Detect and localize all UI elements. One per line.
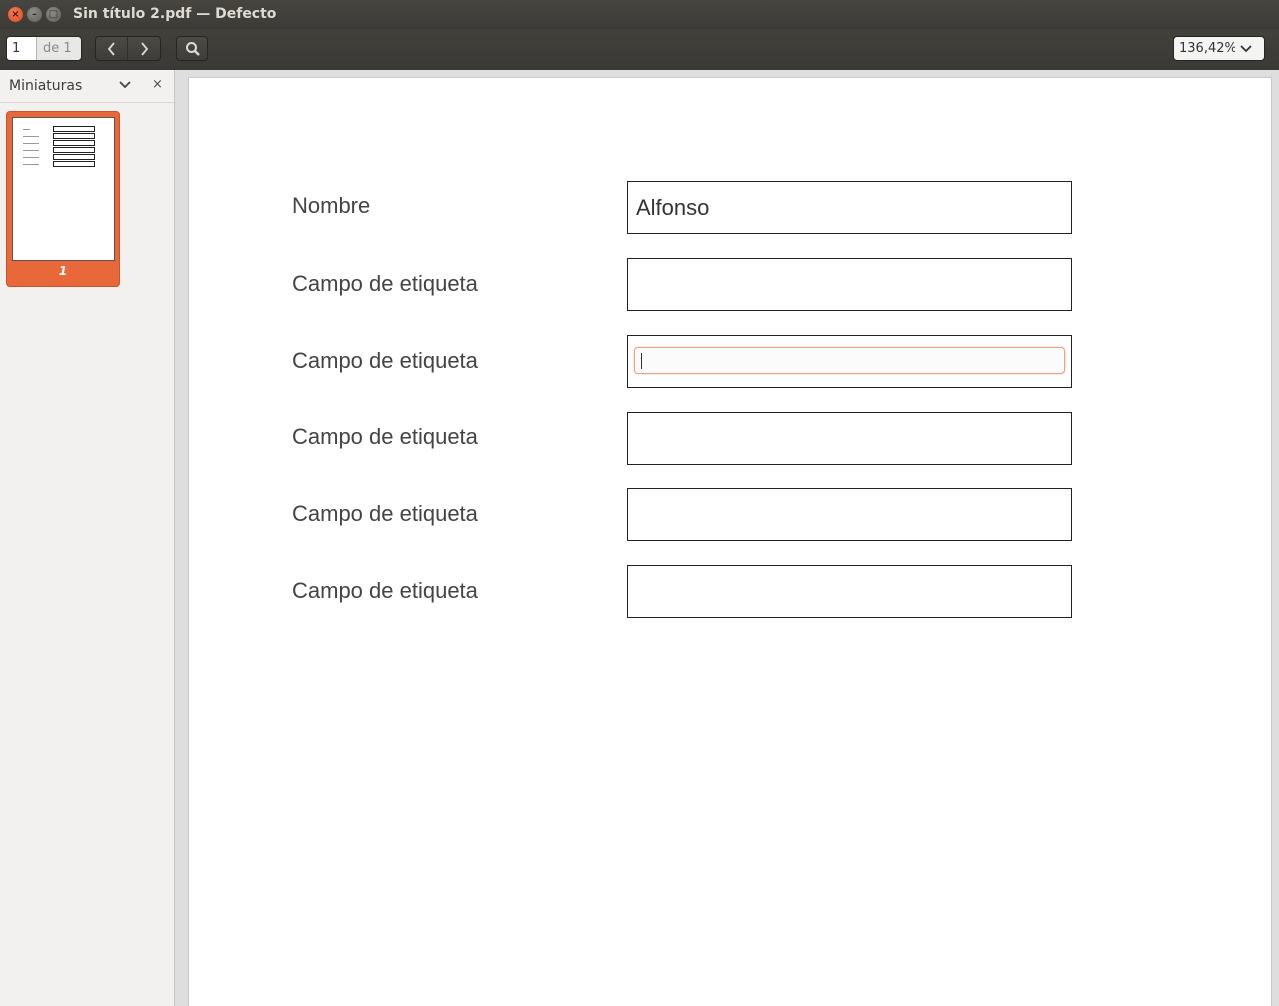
page-selector: de 1	[6, 36, 82, 61]
chevron-right-icon	[141, 42, 149, 56]
field-label: Campo de etiqueta	[292, 271, 478, 296]
form-field[interactable]	[627, 488, 1072, 541]
form-field[interactable]	[627, 565, 1072, 618]
chevron-down-icon	[1240, 44, 1252, 52]
form-field[interactable]	[627, 412, 1072, 465]
previous-page-button[interactable]	[96, 37, 128, 60]
title-bar: × – □ Sin título 2.pdf — Defecto	[0, 0, 1279, 29]
window-minimize-button[interactable]: –	[27, 7, 42, 22]
chevron-down-icon[interactable]	[118, 79, 132, 91]
page-count-label: de 1	[43, 41, 72, 56]
sidebar: Miniaturas × 1	[0, 70, 175, 1006]
next-page-button[interactable]	[128, 37, 160, 60]
window-maximize-button[interactable]: □	[46, 7, 61, 22]
field-label: Campo de etiqueta	[292, 348, 478, 373]
toolbar: de 1 136,42%	[0, 29, 1279, 70]
field-label: Campo de etiqueta	[292, 501, 478, 526]
field-label-nombre: Nombre	[292, 193, 371, 218]
zoom-value: 136,42%	[1179, 41, 1235, 56]
window-title: Sin título 2.pdf — Defecto	[73, 6, 277, 22]
pdf-page: Nombre Alfonso Campo de etiqueta Campo d…	[188, 77, 1272, 1006]
search-icon	[186, 42, 200, 56]
window-close-button[interactable]: ×	[8, 7, 23, 22]
active-text-input[interactable]	[634, 347, 1065, 374]
document-area: Nombre Alfonso Campo de etiqueta Campo d…	[175, 70, 1279, 1006]
sidebar-close-button[interactable]: ×	[152, 77, 163, 92]
text-caret	[641, 353, 642, 369]
page-number-input[interactable]	[7, 37, 37, 60]
search-button[interactable]	[176, 36, 208, 61]
zoom-select[interactable]: 136,42%	[1173, 36, 1265, 61]
page-thumbnail[interactable]: 1	[6, 111, 120, 287]
page-navigation	[95, 36, 161, 61]
field-label: Campo de etiqueta	[292, 578, 478, 603]
form-field-nombre[interactable]: Alfonso	[627, 181, 1072, 234]
thumbnail-page-preview	[12, 117, 115, 261]
chevron-left-icon	[107, 42, 115, 56]
sidebar-header: Miniaturas ×	[0, 70, 174, 103]
field-label: Campo de etiqueta	[292, 424, 478, 449]
form-field[interactable]	[627, 258, 1072, 311]
sidebar-title: Miniaturas	[9, 78, 83, 94]
thumbnail-page-number: 1	[58, 264, 68, 278]
form-field-focused[interactable]	[627, 335, 1072, 388]
